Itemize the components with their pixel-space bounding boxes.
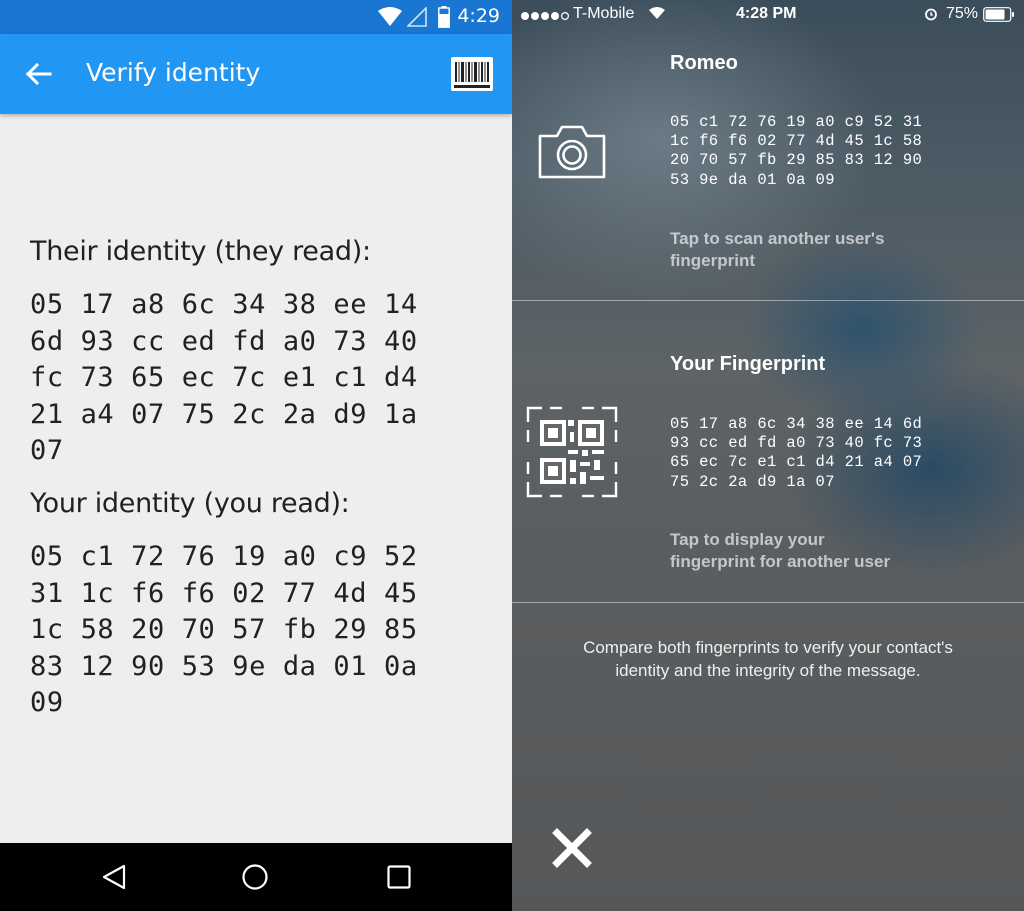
status-time: 4:28 PM <box>736 5 797 22</box>
fingerprint-line: 93 cc ed fd a0 73 40 fc 73 <box>670 434 923 453</box>
fingerprint-line: 83 12 90 53 9e da 01 0a <box>30 650 418 682</box>
fingerprint-line: 07 <box>30 435 64 467</box>
nav-recents-icon[interactable] <box>385 863 413 891</box>
signal-icon <box>407 7 427 27</box>
close-icon[interactable] <box>552 828 592 868</box>
android-status-bar: 4:29 <box>0 0 512 34</box>
status-time: 4:29 <box>457 5 500 27</box>
contact-fingerprint: 05 c1 72 76 19 a0 c9 52 31 1c f6 f6 02 77… <box>670 113 922 190</box>
compare-instructions: Compare both fingerprints to verify your… <box>512 636 1024 682</box>
fingerprint-line: 05 17 a8 6c 34 38 ee 14 <box>30 289 418 320</box>
fingerprint-line: 6d 93 cc ed fd a0 73 40 <box>30 325 418 357</box>
compare-line: Compare both fingerprints to verify your… <box>583 638 953 657</box>
fingerprint-line: fc 73 65 ec 7c e1 c1 d4 <box>30 362 418 394</box>
carrier-name: T-Mobile <box>573 5 635 22</box>
fingerprint-line: 21 a4 07 75 2c 2a d9 1a <box>30 398 418 430</box>
fingerprint-line: 05 17 a8 6c 34 38 ee 14 6d <box>670 415 923 433</box>
scan-barcode-icon[interactable] <box>450 56 494 92</box>
alarm-icon <box>925 8 937 21</box>
scan-hint-line: fingerprint <box>670 251 755 270</box>
qr-code-icon[interactable] <box>526 406 618 498</box>
battery-percent: 75% <box>946 5 979 22</box>
wifi-icon <box>649 7 665 19</box>
scan-hint[interactable]: Tap to scan another user's fingerprint <box>670 228 884 272</box>
page-title: Verify identity <box>86 58 261 87</box>
signal-strength-icon <box>521 11 569 21</box>
their-identity-heading: Their identity (they read): <box>30 236 371 267</box>
fingerprint-line: 09 <box>30 687 64 719</box>
your-fingerprint-value: 05 17 a8 6c 34 38 ee 14 6d 93 cc ed fd a0… <box>670 415 922 492</box>
nav-back-icon[interactable] <box>100 863 128 891</box>
fingerprint-line: 53 9e da 01 0a 09 <box>670 170 835 189</box>
display-hint-line: fingerprint for another user <box>670 552 891 571</box>
scan-hint-line: Tap to scan another user's <box>670 229 885 248</box>
fingerprint-line: 1c 58 20 70 57 fb 29 85 <box>30 614 418 646</box>
battery-icon <box>983 7 1014 22</box>
display-hint[interactable]: Tap to display your fingerprint for anoth… <box>670 529 890 573</box>
identity-content: Their identity (they read): 05 17 a8 6c … <box>30 236 500 740</box>
android-nav-bar <box>0 843 512 911</box>
fingerprint-line: 31 1c f6 f6 02 77 4d 45 <box>30 577 418 609</box>
their-identity-fingerprint: 05 17 a8 6c 34 38 ee 14 6d 93 cc ed fd a0… <box>30 287 500 470</box>
display-hint-line: Tap to display your <box>670 530 825 549</box>
your-identity-heading: Your identity (you read): <box>30 487 350 519</box>
wifi-icon <box>378 7 402 26</box>
fingerprint-line: 65 ec 7c e1 c1 d4 21 a4 07 <box>670 453 923 472</box>
ios-status-bar: T-Mobile 4:28 PM 75% <box>512 0 1024 30</box>
fingerprint-line: 1c f6 f6 02 77 4d 45 1c 58 <box>670 132 923 151</box>
fingerprint-line: 20 70 57 fb 29 85 83 12 90 <box>670 151 923 170</box>
your-identity-fingerprint: 05 c1 72 76 19 a0 c9 52 31 1c f6 f6 02 77… <box>30 539 500 722</box>
ios-screen: T-Mobile 4:28 PM 75% Romeo 05 c1 72 76 1… <box>512 0 1024 911</box>
section-divider <box>512 300 1024 301</box>
compare-line: identity and the integrity of the messag… <box>615 661 921 680</box>
camera-icon[interactable] <box>537 124 607 180</box>
fingerprint-line: 75 2c 2a d9 1a 07 <box>670 472 835 491</box>
battery-icon <box>438 6 450 28</box>
signal-dots <box>520 7 570 26</box>
android-screen: 4:29 Verify identity Their identity (the… <box>0 0 512 911</box>
contact-name: Romeo <box>670 52 738 74</box>
fingerprint-line: 05 c1 72 76 19 a0 c9 52 <box>30 540 418 572</box>
section-divider <box>512 602 1024 603</box>
back-arrow-icon[interactable] <box>24 60 52 88</box>
fingerprint-line: 05 c1 72 76 19 a0 c9 52 31 <box>670 113 923 131</box>
toolbar: Verify identity <box>0 34 512 114</box>
nav-home-icon[interactable] <box>241 863 269 891</box>
your-fingerprint-title: Your Fingerprint <box>670 353 826 375</box>
